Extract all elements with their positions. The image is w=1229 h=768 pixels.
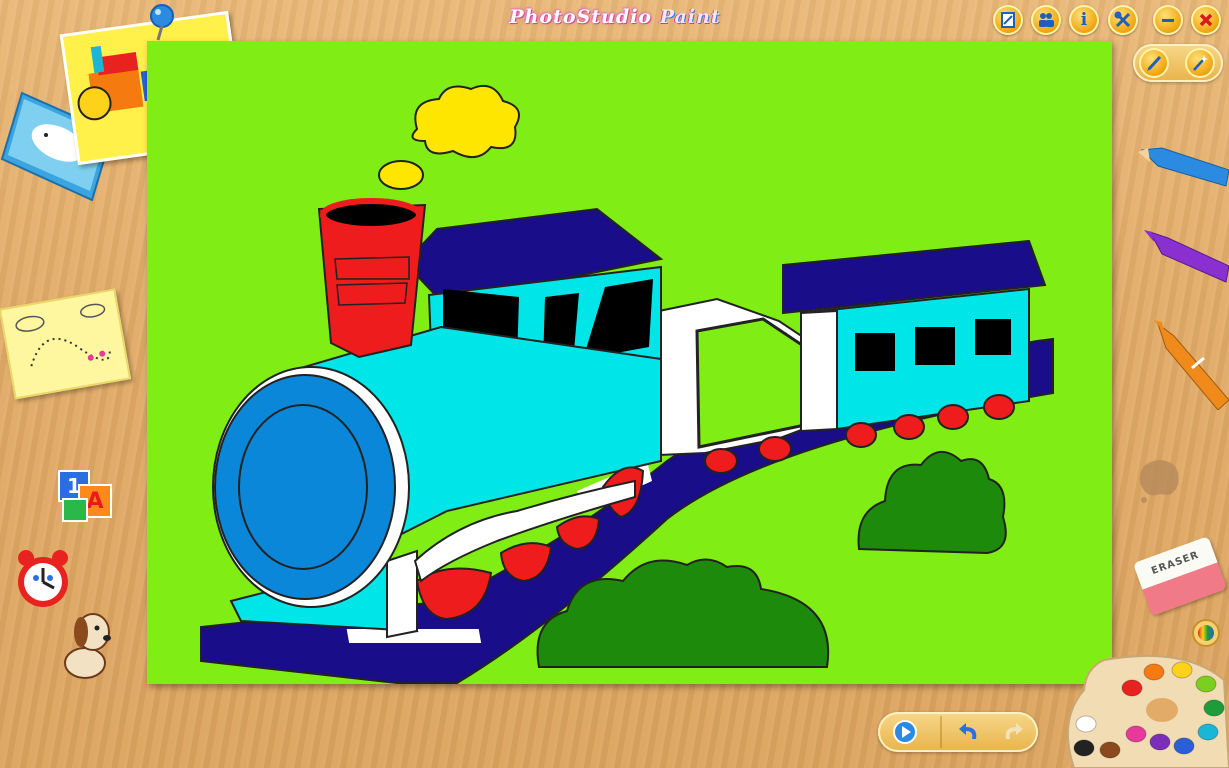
minus-icon xyxy=(1162,19,1174,22)
base-side[interactable] xyxy=(386,549,418,639)
drawing-canvas[interactable] xyxy=(147,41,1112,684)
abc-block-button[interactable]: 1 A xyxy=(58,470,112,522)
paint-bucket-tool[interactable] xyxy=(1134,456,1186,506)
alarm-clock-button[interactable] xyxy=(12,548,74,612)
people-icon xyxy=(1039,13,1054,27)
purple-marker-tool[interactable] xyxy=(1144,226,1229,286)
green-block xyxy=(62,498,88,522)
tools-button[interactable] xyxy=(1108,5,1138,35)
tender-window[interactable] xyxy=(695,317,807,449)
color-palette[interactable] xyxy=(1064,650,1229,768)
palette-swatch[interactable] xyxy=(1173,737,1195,755)
tender-wheel-1[interactable] xyxy=(704,448,738,474)
chimney-band-1 xyxy=(334,256,410,280)
close-button[interactable] xyxy=(1191,5,1221,35)
close-icon xyxy=(1199,13,1213,27)
dot-to-dot-book[interactable] xyxy=(0,288,132,400)
palette-swatch[interactable] xyxy=(1073,739,1095,757)
info-icon: i xyxy=(1080,10,1088,30)
app-title: PhotoStudio Paint xyxy=(470,6,760,28)
car-window-2[interactable] xyxy=(915,327,955,365)
gallery-button[interactable] xyxy=(1031,5,1061,35)
brush-mode-button[interactable] xyxy=(1139,48,1169,78)
chimney-band-2 xyxy=(336,282,408,306)
palette-swatch[interactable] xyxy=(1195,675,1217,693)
palette-swatch[interactable] xyxy=(1121,679,1143,697)
chimney-top[interactable] xyxy=(320,198,422,232)
palette-swatch[interactable] xyxy=(1075,715,1097,733)
car-end[interactable] xyxy=(800,309,838,433)
car-window-1[interactable] xyxy=(855,333,895,371)
pushpin-icon xyxy=(150,4,174,41)
car-wheel-3[interactable] xyxy=(937,404,969,430)
boiler-face-inner[interactable] xyxy=(238,404,368,570)
cloud-large[interactable] xyxy=(411,85,520,158)
train-coloring-image[interactable] xyxy=(147,41,1112,684)
palette-swatch[interactable] xyxy=(1197,723,1219,741)
app-title-part2: Paint xyxy=(659,6,721,28)
app-title-part1: PhotoStudio xyxy=(509,6,653,28)
palette-swatch[interactable] xyxy=(1099,741,1121,759)
car-wheel-1[interactable] xyxy=(845,422,877,448)
play-icon xyxy=(893,720,917,744)
undo-button[interactable] xyxy=(954,717,984,747)
car-wheel-4[interactable] xyxy=(983,394,1015,420)
crayon-tool[interactable] xyxy=(1152,318,1229,410)
palette-swatch[interactable] xyxy=(1143,663,1165,681)
dog-mascot-button[interactable] xyxy=(55,608,119,680)
canvas-button[interactable] xyxy=(993,5,1023,35)
color-picker-button[interactable] xyxy=(1191,618,1221,648)
dot-picture xyxy=(15,303,111,367)
palette-swatch[interactable] xyxy=(1125,725,1147,743)
blue-pencil-tool[interactable] xyxy=(1138,142,1229,190)
redo-button[interactable] xyxy=(998,717,1028,747)
wand-icon xyxy=(1193,55,1208,71)
tender-wheel-2[interactable] xyxy=(758,436,792,462)
wrench-icon xyxy=(1114,11,1131,28)
play-button[interactable] xyxy=(890,717,920,747)
cloud-small[interactable] xyxy=(378,160,424,190)
magic-wand-button[interactable] xyxy=(1185,48,1215,78)
history-toolbar xyxy=(878,712,1038,752)
toolbar-separator xyxy=(940,716,942,748)
car-wheel-2[interactable] xyxy=(893,414,925,440)
car-window-3[interactable] xyxy=(975,319,1011,355)
pencil-icon xyxy=(1147,55,1162,71)
undo-icon xyxy=(959,723,977,739)
palette-swatch[interactable] xyxy=(1203,699,1225,717)
palette-swatch[interactable] xyxy=(1171,661,1193,679)
palette-swatch[interactable] xyxy=(1149,733,1171,751)
info-button[interactable]: i xyxy=(1069,5,1099,35)
frame-icon xyxy=(1001,12,1015,28)
bush-small[interactable] xyxy=(857,451,1007,555)
brush-toolbar xyxy=(1133,44,1223,82)
minimize-button[interactable] xyxy=(1153,5,1183,35)
redo-icon xyxy=(1005,723,1023,739)
eraser-tool[interactable]: ERASER xyxy=(1132,536,1228,616)
